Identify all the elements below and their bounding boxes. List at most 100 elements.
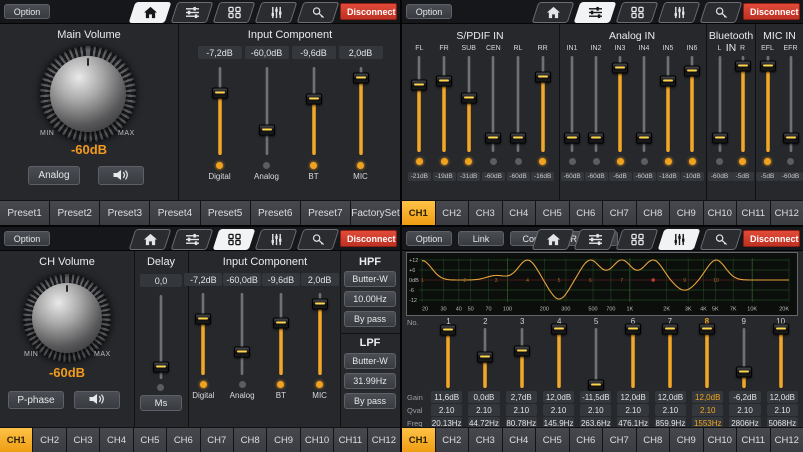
tab-faders[interactable] xyxy=(255,2,298,23)
channel-tab[interactable]: CH3 xyxy=(469,201,502,225)
slider-handle[interactable] xyxy=(662,323,678,334)
band-gain-value[interactable]: 12,0dB xyxy=(617,391,648,403)
band-gain-slider[interactable] xyxy=(663,328,677,388)
level-slider[interactable] xyxy=(762,56,774,152)
slider-handle[interactable] xyxy=(514,345,530,356)
tab-key[interactable] xyxy=(297,229,340,250)
slider-track[interactable] xyxy=(241,293,244,375)
level-slider[interactable] xyxy=(313,293,327,375)
band-gain-slider[interactable] xyxy=(626,328,640,388)
channel-tab[interactable]: CH10 xyxy=(301,428,333,452)
channel-tab[interactable]: CH11 xyxy=(334,428,366,452)
slider-handle[interactable] xyxy=(735,60,751,71)
hpf-freq-button[interactable]: 10.00Hz xyxy=(344,291,396,307)
slider-handle[interactable] xyxy=(636,132,652,143)
channel-tab[interactable]: CH9 xyxy=(670,428,703,452)
delay-unit-button[interactable]: Ms xyxy=(140,395,182,411)
level-slider[interactable] xyxy=(662,56,674,152)
level-slider[interactable] xyxy=(590,56,602,152)
preset-button[interactable]: Preset6 xyxy=(251,201,300,225)
band-gain-slider[interactable] xyxy=(515,328,529,388)
channel-tab[interactable]: CH2 xyxy=(436,428,469,452)
channel-tab[interactable]: CH4 xyxy=(503,428,536,452)
tab-mixer[interactable] xyxy=(574,229,617,250)
disconnect-button[interactable]: Disconnect xyxy=(340,3,397,20)
slider-handle[interactable] xyxy=(312,299,328,310)
tab-home[interactable] xyxy=(532,2,575,23)
tab-faders[interactable] xyxy=(658,2,701,23)
slider-handle[interactable] xyxy=(712,132,728,143)
eq-graph[interactable]: 20304050701002003005007001K2K3K4K5K7K10K… xyxy=(406,252,798,316)
channel-tab[interactable]: CH11 xyxy=(737,428,770,452)
channel-tab[interactable]: CH2 xyxy=(33,428,65,452)
option-button[interactable]: Option xyxy=(406,4,452,19)
slider-handle[interactable] xyxy=(510,132,526,143)
slider-handle[interactable] xyxy=(436,75,452,86)
option-button[interactable]: Option xyxy=(4,231,50,246)
channel-tab[interactable]: CH8 xyxy=(637,428,670,452)
source-select-button[interactable]: Analog xyxy=(28,166,80,185)
band-q-value[interactable]: 2.10 xyxy=(506,404,537,416)
slider-handle[interactable] xyxy=(773,323,789,334)
slider-handle[interactable] xyxy=(353,72,369,83)
band-q-value[interactable]: 2.10 xyxy=(617,404,648,416)
tab-matrix[interactable] xyxy=(213,229,256,250)
channel-tab[interactable]: CH8 xyxy=(234,428,266,452)
band-gain-slider[interactable] xyxy=(737,328,751,388)
tab-mixer[interactable] xyxy=(171,2,214,23)
slider-handle[interactable] xyxy=(411,79,427,90)
band-gain-slider[interactable] xyxy=(700,328,714,388)
level-slider[interactable] xyxy=(213,67,227,155)
channel-tab[interactable]: CH12 xyxy=(771,201,803,225)
slider-handle[interactable] xyxy=(212,88,228,99)
slider-handle[interactable] xyxy=(736,367,752,378)
slider-handle[interactable] xyxy=(564,132,580,143)
tab-faders[interactable] xyxy=(658,229,701,250)
slider-handle[interactable] xyxy=(485,132,501,143)
band-gain-slider[interactable] xyxy=(774,328,788,388)
channel-tab[interactable]: CH1 xyxy=(402,428,435,452)
link-button[interactable]: Link xyxy=(458,231,504,246)
channel-tab[interactable]: CH5 xyxy=(536,201,569,225)
band-number[interactable]: 3 xyxy=(504,317,541,327)
slider-handle[interactable] xyxy=(273,317,289,328)
band-q-value[interactable]: 2.10 xyxy=(580,404,611,416)
slider-handle[interactable] xyxy=(153,362,169,373)
main-volume-knob[interactable] xyxy=(40,46,136,142)
channel-tab[interactable]: CH10 xyxy=(704,428,737,452)
mute-button[interactable] xyxy=(74,391,120,409)
level-slider[interactable] xyxy=(438,56,450,152)
channel-tab[interactable]: CH3 xyxy=(469,428,502,452)
hpf-type-button[interactable]: Butter-W xyxy=(344,271,396,287)
channel-tab[interactable]: CH7 xyxy=(603,428,636,452)
tab-matrix[interactable] xyxy=(616,229,659,250)
level-slider[interactable] xyxy=(487,56,499,152)
slider-handle[interactable] xyxy=(535,72,551,83)
mute-button[interactable] xyxy=(98,166,144,185)
band-gain-value[interactable]: 11,6dB xyxy=(431,391,462,403)
channel-tab[interactable]: CH11 xyxy=(737,201,770,225)
channel-tab[interactable]: CH1 xyxy=(402,201,435,225)
slider-handle[interactable] xyxy=(461,93,477,104)
band-gain-value[interactable]: -6,2dB xyxy=(729,391,760,403)
band-number[interactable]: 9 xyxy=(725,317,762,327)
slider-handle[interactable] xyxy=(760,60,776,71)
band-gain-slider[interactable] xyxy=(589,328,603,388)
band-q-value[interactable]: 2.10 xyxy=(468,404,499,416)
preset-button[interactable]: Preset3 xyxy=(100,201,149,225)
channel-tab[interactable]: CH10 xyxy=(704,201,737,225)
level-slider[interactable] xyxy=(737,56,749,152)
band-gain-slider[interactable] xyxy=(478,328,492,388)
ch-volume-knob[interactable] xyxy=(23,274,111,362)
band-gain-value[interactable]: 2,7dB xyxy=(506,391,537,403)
band-gain-value[interactable]: 12,0dB xyxy=(767,391,798,403)
lpf-type-button[interactable]: Butter-W xyxy=(344,353,396,369)
band-gain-value[interactable]: 12,0dB xyxy=(692,391,723,403)
channel-tab[interactable]: CH7 xyxy=(201,428,233,452)
tab-matrix[interactable] xyxy=(616,2,659,23)
slider-handle[interactable] xyxy=(783,132,799,143)
level-slider[interactable] xyxy=(274,293,288,375)
tab-matrix[interactable] xyxy=(213,2,256,23)
option-button[interactable]: Option xyxy=(4,4,50,19)
band-gain-value[interactable]: 12,0dB xyxy=(655,391,686,403)
